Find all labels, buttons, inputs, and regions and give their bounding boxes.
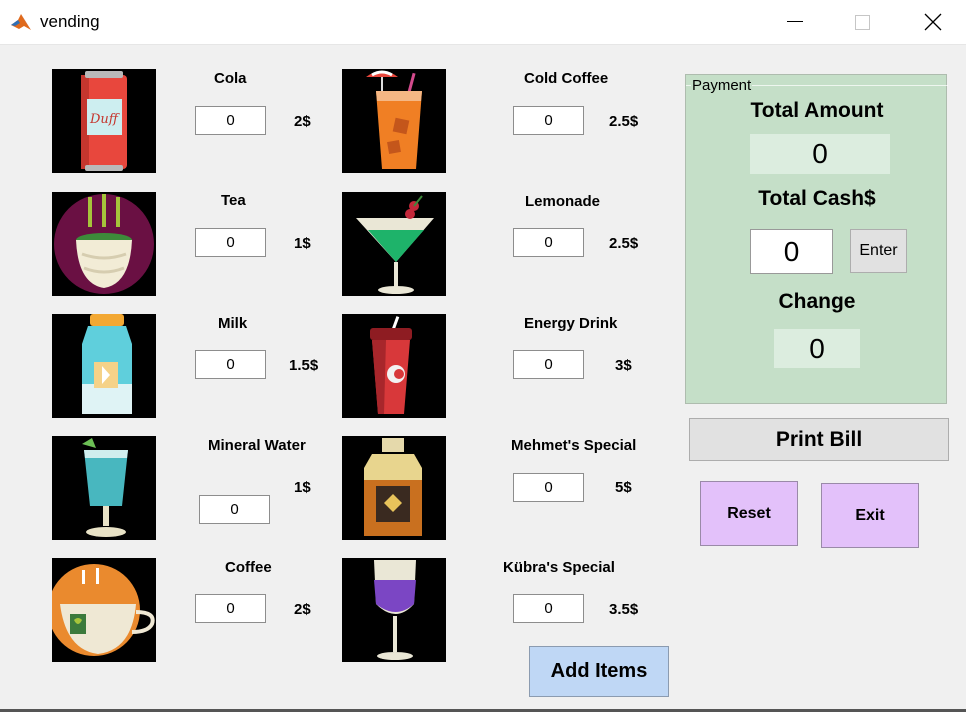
coffee-cup-icon <box>52 558 156 662</box>
cocktail-icon <box>342 192 446 296</box>
kubras-special-price: 3.5$ <box>609 601 639 618</box>
cold-coffee-quantity-input[interactable] <box>513 106 584 135</box>
lemonade-quantity-input[interactable] <box>513 228 584 257</box>
item-name-cola: Cola <box>214 70 247 87</box>
item-name-energy-drink: Energy Drink <box>524 315 618 332</box>
mehmets-special-quantity-input[interactable] <box>513 473 584 502</box>
tea-price: 1$ <box>294 235 311 252</box>
print-bill-button[interactable]: Print Bill <box>689 418 949 461</box>
coffee-price: 2$ <box>294 601 311 618</box>
water-glass-icon <box>52 436 156 540</box>
mineral-water-price: 1$ <box>294 479 311 496</box>
payment-legend: Payment <box>691 77 753 94</box>
total-cash-label: Total Cash$ <box>758 187 876 210</box>
item-name-mineral-water: Mineral Water <box>208 437 306 454</box>
total-amount-label: Total Amount <box>750 99 884 122</box>
cola-price: 2$ <box>294 113 311 130</box>
energy-cup-icon <box>342 314 446 418</box>
minimize-icon <box>787 21 803 22</box>
mehmets-special-price: 5$ <box>615 479 632 496</box>
maximize-icon <box>855 15 870 30</box>
reset-button[interactable]: Reset <box>700 481 798 546</box>
item-name-kubras-special: Kübra's Special <box>503 559 615 576</box>
item-name-lemonade: Lemonade <box>525 193 601 210</box>
wine-glass-icon <box>342 558 446 662</box>
energy-drink-quantity-input[interactable] <box>513 350 584 379</box>
item-name-tea: Tea <box>221 192 246 209</box>
title-bar: vending <box>0 0 966 45</box>
minimize-button[interactable] <box>770 0 816 44</box>
energy-drink-price: 3$ <box>615 357 632 374</box>
change-value: 0 <box>774 329 860 368</box>
change-label: Change <box>778 290 856 313</box>
matlab-app-icon <box>10 11 32 33</box>
tea-quantity-input[interactable] <box>195 228 266 257</box>
milk-quantity-input[interactable] <box>195 350 266 379</box>
iced-coffee-icon <box>342 69 446 173</box>
mineral-water-quantity-input[interactable] <box>199 495 270 524</box>
tea-cup-icon <box>52 192 156 296</box>
maximize-button[interactable] <box>839 0 885 44</box>
add-items-button[interactable]: Add Items <box>529 646 669 697</box>
whiskey-bottle-icon <box>342 436 446 540</box>
exit-button[interactable]: Exit <box>821 483 919 548</box>
close-button[interactable] <box>910 0 956 44</box>
cold-coffee-price: 2.5$ <box>609 113 639 130</box>
coffee-quantity-input[interactable] <box>195 594 266 623</box>
item-name-mehmets-special: Mehmet's Special <box>511 437 637 454</box>
kubras-special-quantity-input[interactable] <box>513 594 584 623</box>
item-name-cold-coffee: Cold Coffee <box>524 70 609 87</box>
window-title: vending <box>40 12 100 31</box>
close-icon <box>924 13 942 31</box>
total-amount-value: 0 <box>750 134 890 174</box>
milk-bottle-icon <box>52 314 156 418</box>
item-name-coffee: Coffee <box>225 559 272 576</box>
item-name-milk: Milk <box>218 315 248 332</box>
cola-quantity-input[interactable] <box>195 106 266 135</box>
milk-price: 1.5$ <box>289 357 319 374</box>
enter-button[interactable]: Enter <box>850 229 907 273</box>
total-cash-input[interactable] <box>750 229 833 274</box>
lemonade-price: 2.5$ <box>609 235 639 252</box>
cola-can-icon: Duff <box>52 69 156 173</box>
svg-text:Duff: Duff <box>89 112 121 127</box>
